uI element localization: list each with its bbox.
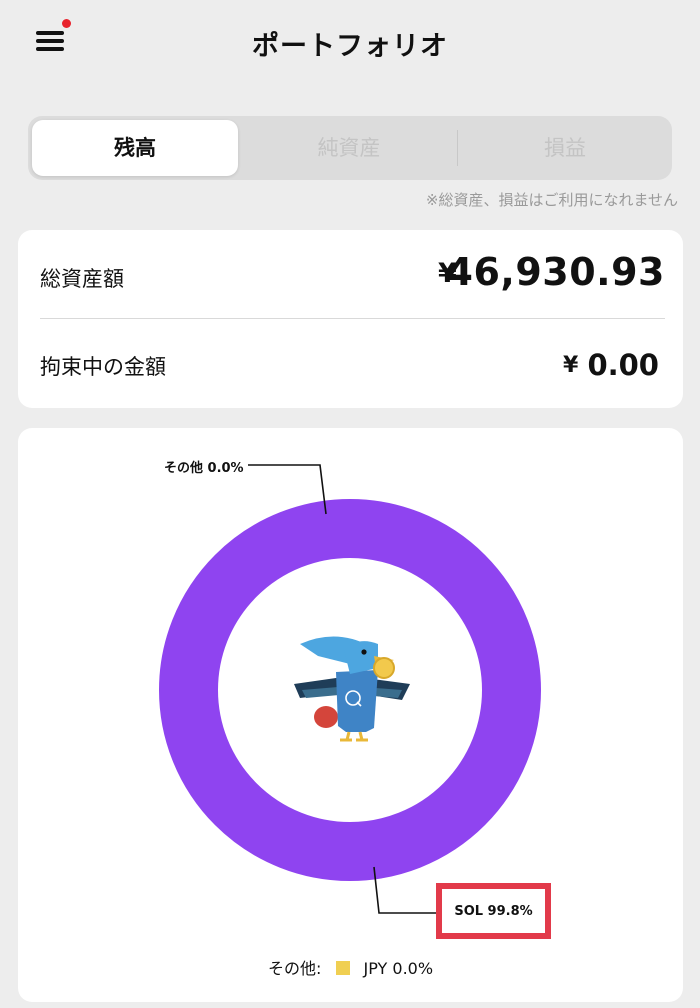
locked-amount-value: 0.00 [587, 348, 659, 382]
sol-callout-highlight: SOL 99.8% [436, 883, 551, 939]
app-header: ポートフォリオ [0, 0, 700, 90]
total-assets-label: 総資産額 [40, 267, 124, 291]
legend-other-label: その他: [267, 959, 322, 978]
page-title: ポートフォリオ [252, 31, 448, 62]
balance-divider [40, 318, 665, 319]
locked-amount-label: 拘束中の金額 [40, 355, 166, 379]
portfolio-chart-card: その他 0.0% SOL 99.8% その他: JPY 0.0% [18, 428, 683, 1002]
legend-jpy-label: JPY 0.0% [363, 959, 434, 978]
bird-mascot-icon [294, 636, 410, 742]
tab-net-assets[interactable]: 純資産 [242, 120, 456, 176]
segmented-tabs: 残高 純資産 損益 [28, 116, 672, 180]
donut-chart [159, 464, 541, 914]
locked-amount-currency: ¥ [563, 353, 579, 378]
total-assets-value: 46,930.93 [446, 250, 665, 294]
chart-legend: その他: JPY 0.0% [18, 955, 683, 979]
callout-label-sol: SOL 99.8% [454, 904, 533, 919]
legend-jpy-swatch [336, 961, 351, 975]
callout-label-other: その他 0.0% [164, 461, 244, 476]
tabs-note: ※総資産、損益はご利用になれません [425, 191, 678, 209]
tab-profit-loss[interactable]: 損益 [458, 120, 672, 176]
tab-balance[interactable]: 残高 [32, 120, 238, 176]
balance-card: 総資産額 ¥ 46,930.93 拘束中の金額 ¥ 0.00 [18, 230, 683, 408]
